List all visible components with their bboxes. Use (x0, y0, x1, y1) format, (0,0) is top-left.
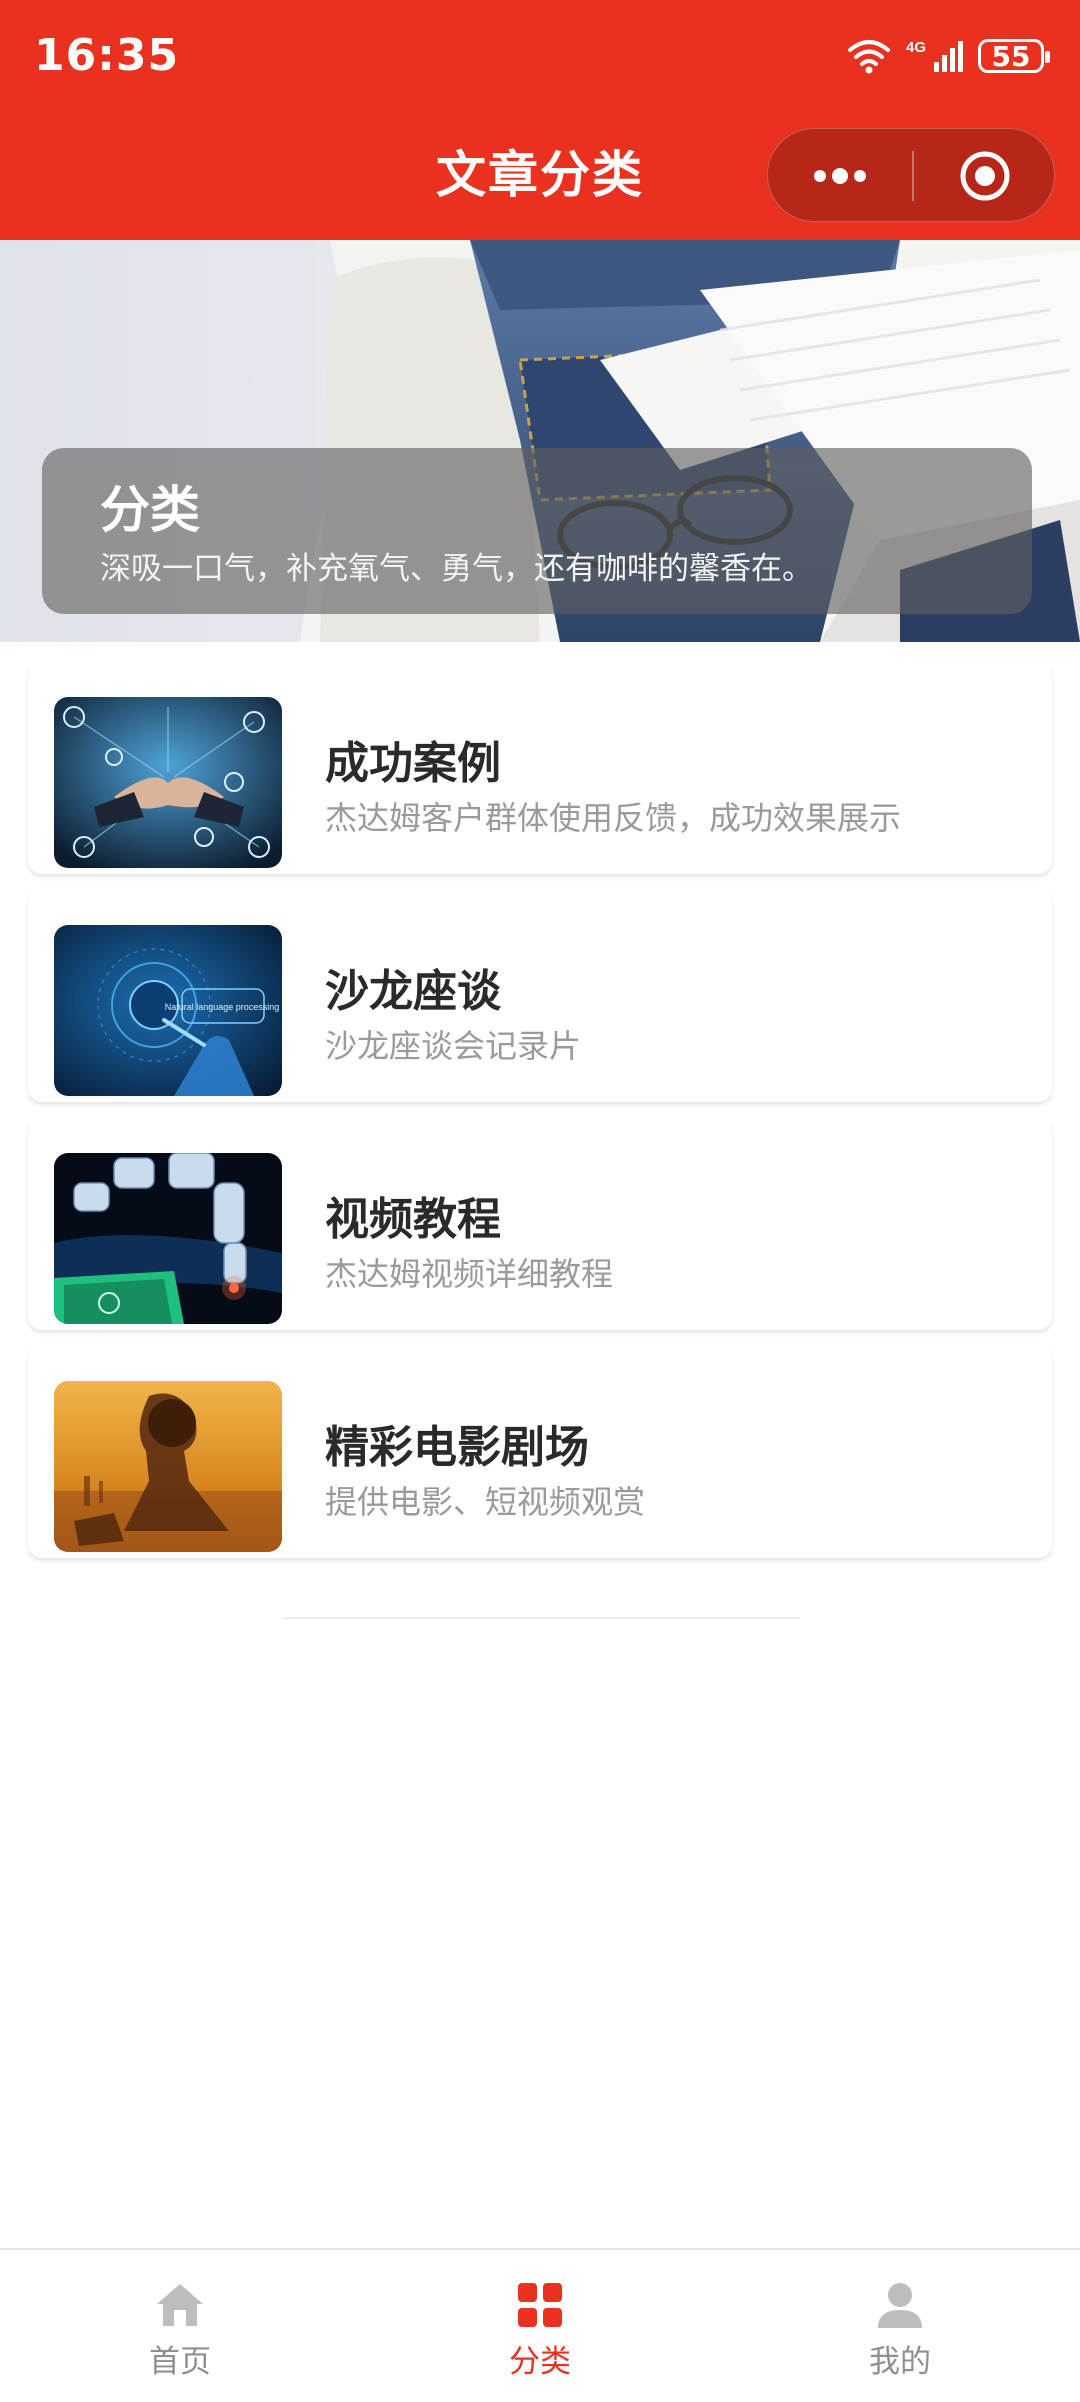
category-title: 视频教程 (325, 1194, 501, 1245)
robot-hand-image (54, 1153, 282, 1324)
thumb-nlp: Natural language processing (54, 925, 282, 1096)
more-dots-icon (814, 168, 866, 184)
top-bar: 16:35 4G 55 文章分类 (0, 0, 1080, 240)
category-item-video-tutorials[interactable]: 视频教程 杰达姆视频详细教程 (28, 1116, 1052, 1330)
thumb-caption: Natural language processing (165, 1002, 280, 1012)
category-title: 精彩电影剧场 (325, 1422, 589, 1473)
more-button[interactable] (768, 129, 912, 223)
grid-icon (518, 2283, 562, 2327)
tab-category[interactable]: 分类 (360, 2250, 720, 2402)
mini-program-capsule (767, 128, 1055, 222)
tab-label: 分类 (509, 2344, 571, 2380)
category-item-salon-talks[interactable]: Natural language processing 沙龙座谈 沙龙座谈会记录… (28, 888, 1052, 1102)
close-button[interactable] (914, 129, 1056, 223)
handshake-image (54, 697, 282, 868)
user-icon (878, 2283, 922, 2328)
category-description: 杰达姆视频详细教程 (325, 1255, 614, 1293)
category-list: 成功案例 杰达姆客户群体使用反馈，成功效果展示 Natural language… (28, 660, 1052, 1572)
bottom-tab-bar: 首页 分类 我的 (0, 2248, 1080, 2402)
tab-label: 首页 (149, 2344, 211, 2380)
tab-label: 我的 (869, 2344, 931, 2380)
network-label: 4G (906, 39, 926, 56)
tab-home[interactable]: 首页 (0, 2250, 360, 2402)
banner-subtitle: 深吸一口气，补充氧气、勇气，还有咖啡的馨香在。 (100, 551, 813, 587)
banner-title: 分类 (100, 481, 200, 539)
thumb-movie-scene (54, 1381, 282, 1552)
thumb-robot-hand (54, 1153, 282, 1324)
battery-indicator: 55 (978, 39, 1050, 73)
home-icon (157, 2284, 203, 2326)
list-end-divider (282, 1617, 800, 1619)
banner-overlay: 分类 深吸一口气，补充氧气、勇气，还有咖啡的馨香在。 (42, 448, 1032, 614)
category-title: 沙龙座谈 (325, 966, 501, 1017)
category-banner: 分类 深吸一口气，补充氧气、勇气，还有咖啡的馨香在。 (0, 240, 1080, 642)
status-icons: 4G 55 (846, 28, 1050, 84)
category-description: 沙龙座谈会记录片 (325, 1027, 582, 1065)
signal-icon: 4G (906, 39, 963, 72)
category-description: 杰达姆客户群体使用反馈，成功效果展示 (325, 799, 902, 837)
target-icon (960, 151, 1010, 201)
category-title: 成功案例 (325, 738, 501, 789)
thumb-business-handshake (54, 697, 282, 868)
category-item-movie-theater[interactable]: 精彩电影剧场 提供电影、短视频观赏 (28, 1344, 1052, 1558)
category-item-success-cases[interactable]: 成功案例 杰达姆客户群体使用反馈，成功效果展示 (28, 660, 1052, 874)
wifi-icon (848, 40, 890, 74)
tab-mine[interactable]: 我的 (720, 2250, 1080, 2402)
movie-scene-image (54, 1381, 282, 1552)
category-description: 提供电影、短视频观赏 (325, 1483, 646, 1521)
status-time: 16:35 (34, 30, 180, 81)
nlp-image: Natural language processing (54, 925, 282, 1096)
